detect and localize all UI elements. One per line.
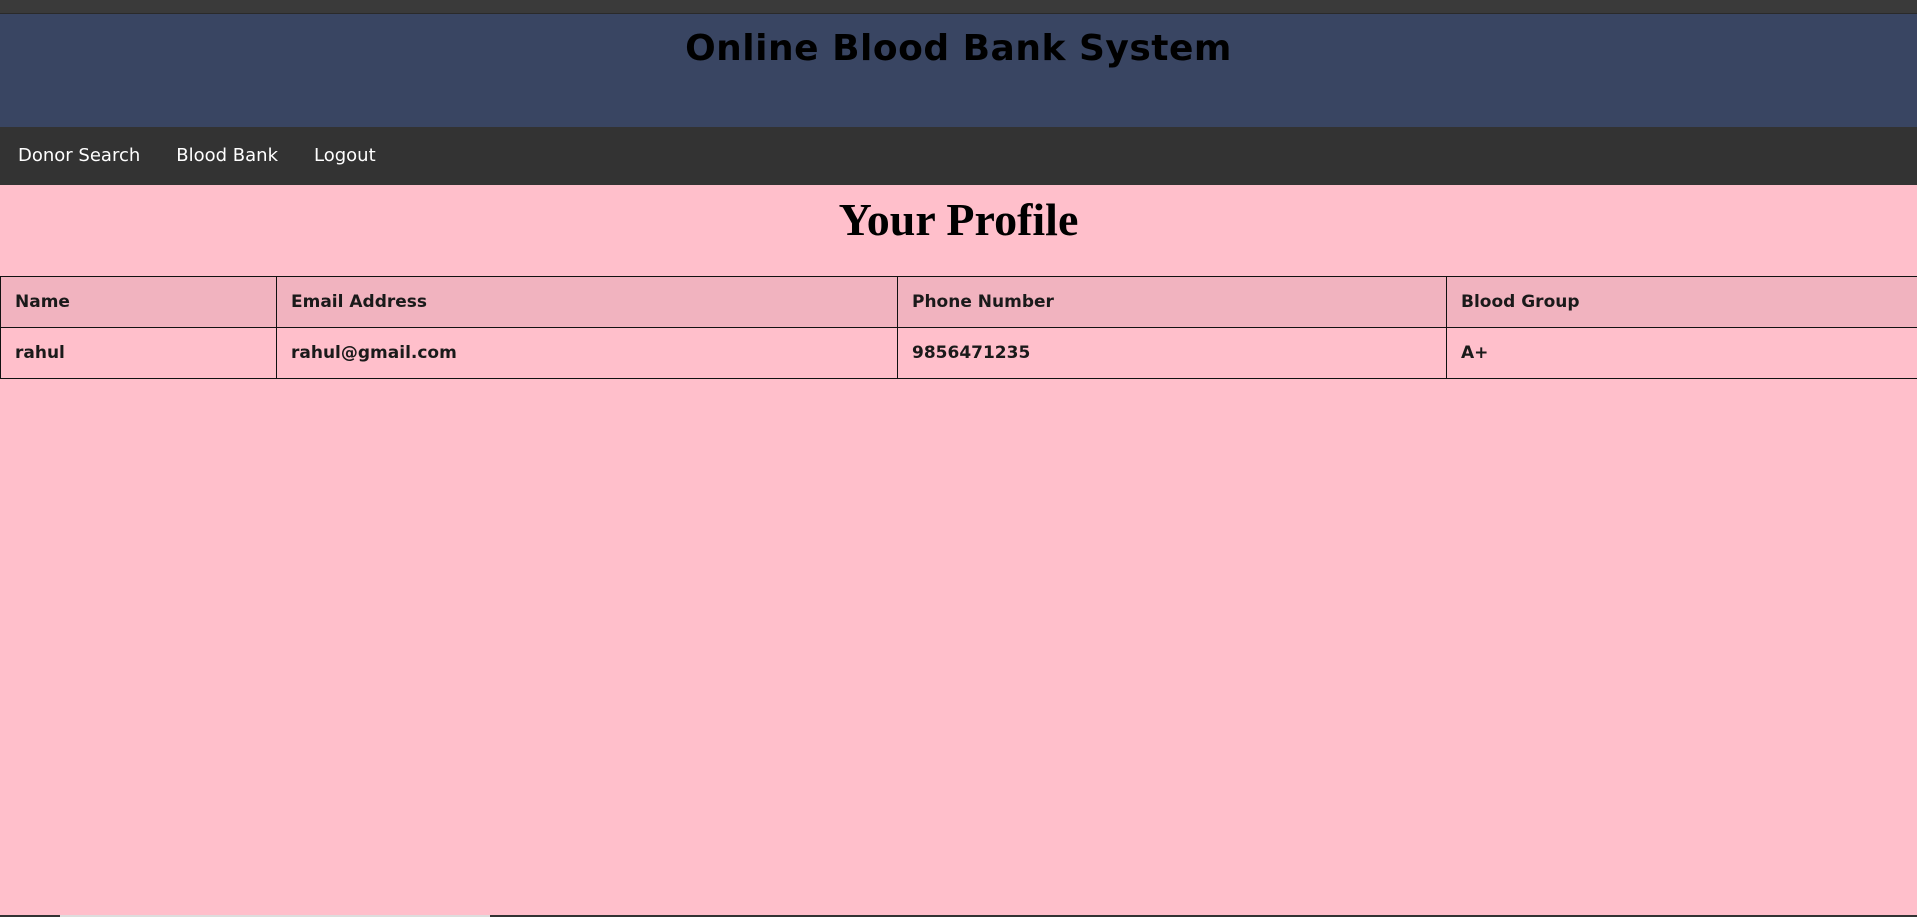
- main-navbar: Donor Search Blood Bank Logout: [0, 127, 1917, 185]
- page-title: Your Profile: [838, 194, 1079, 245]
- table-row: rahul rahul@gmail.com 9856471235 A+: [0, 327, 1917, 379]
- column-header-phone: Phone Number: [897, 276, 1447, 328]
- cell-name: rahul: [0, 327, 277, 379]
- profile-table: Name Email Address Phone Number Blood Gr…: [0, 276, 1917, 379]
- column-header-blood-group: Blood Group: [1446, 276, 1917, 328]
- site-title: Online Blood Bank System: [685, 28, 1232, 69]
- cell-email: rahul@gmail.com: [276, 327, 898, 379]
- cell-phone: 9856471235: [897, 327, 1447, 379]
- column-header-name: Name: [0, 276, 277, 328]
- browser-top-strip: [0, 0, 1917, 14]
- nav-link-donor-search[interactable]: Donor Search: [0, 127, 158, 185]
- nav-link-blood-bank[interactable]: Blood Bank: [158, 127, 296, 185]
- main-content: Your Profile Name Email Address Phone Nu…: [0, 185, 1917, 379]
- column-header-email: Email Address: [276, 276, 898, 328]
- table-header-row: Name Email Address Phone Number Blood Gr…: [0, 276, 1917, 328]
- site-header: Online Blood Bank System: [0, 14, 1917, 127]
- cell-blood-group: A+: [1446, 327, 1917, 379]
- nav-link-logout[interactable]: Logout: [296, 127, 394, 185]
